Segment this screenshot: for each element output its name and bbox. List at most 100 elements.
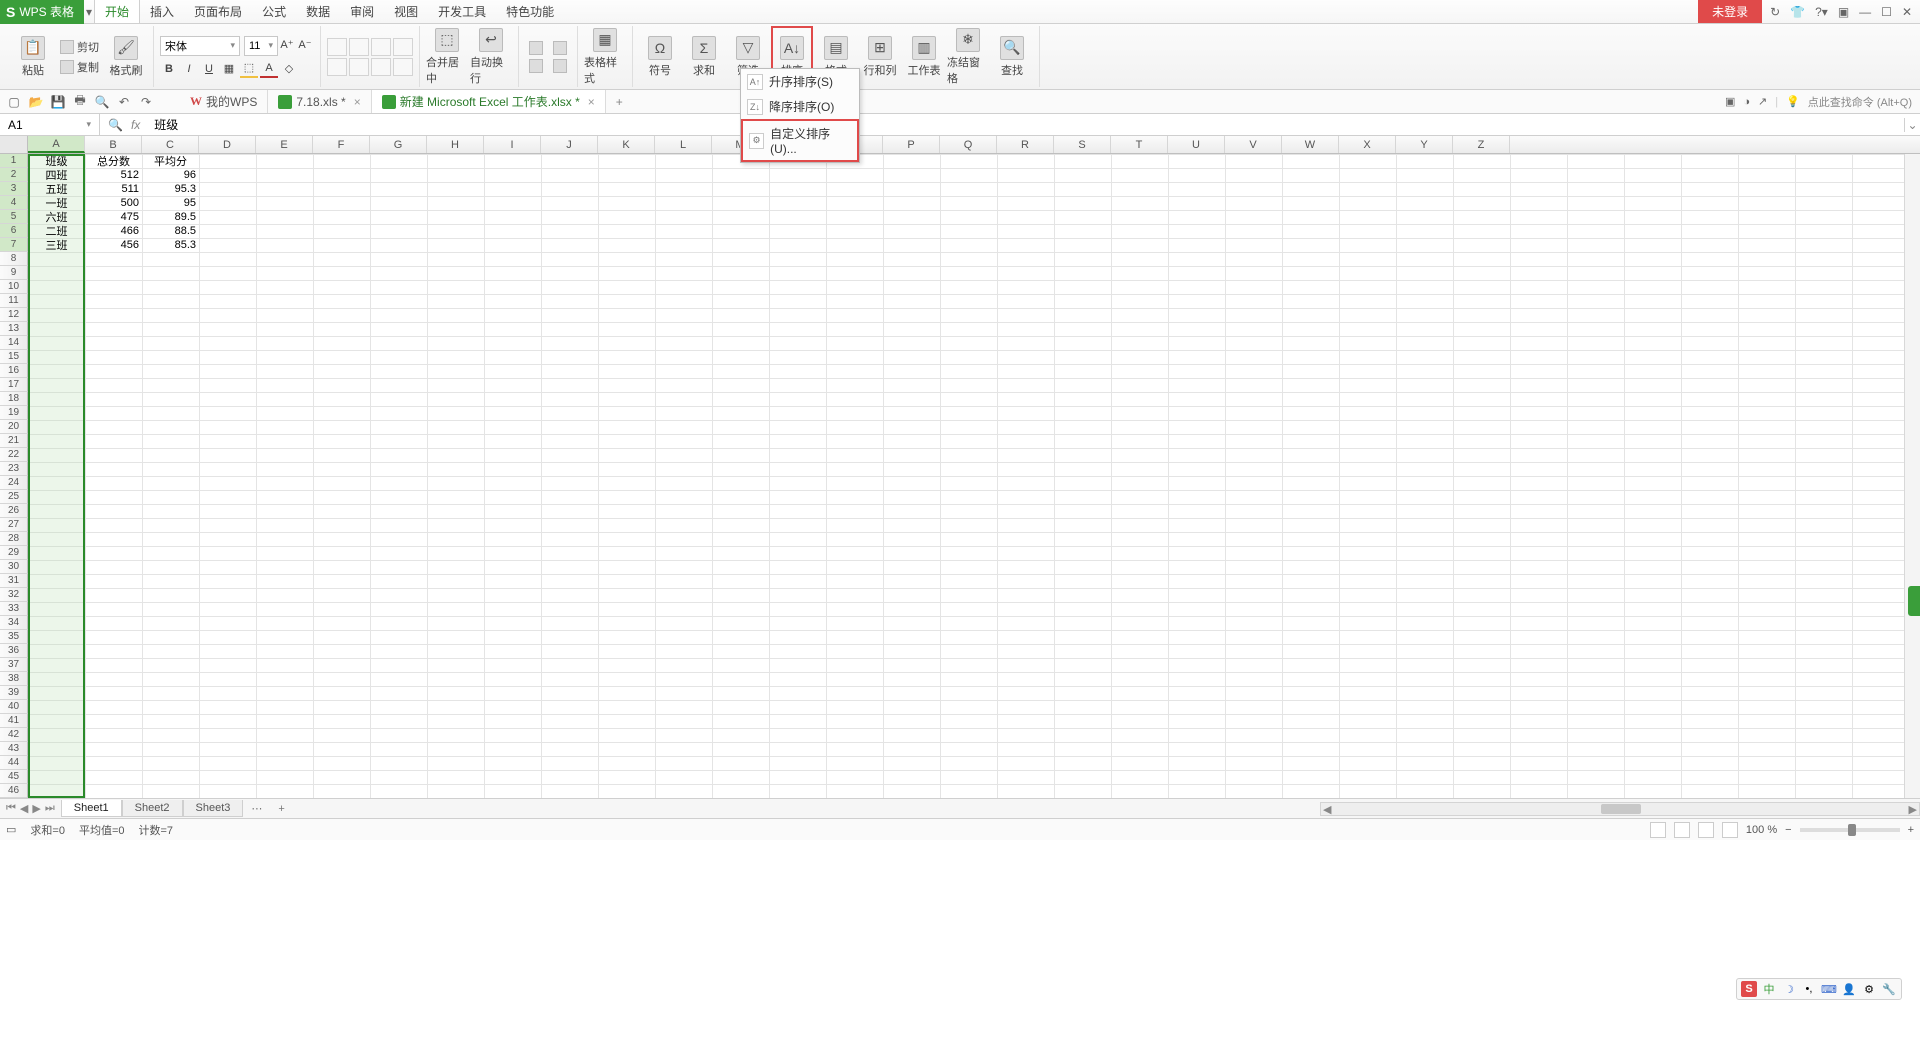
sheet-tab-2[interactable]: Sheet2 — [122, 800, 183, 817]
cloud-icon[interactable]: ◑ — [1743, 96, 1750, 108]
row-header-27[interactable]: 27 — [0, 518, 28, 532]
row-header-16[interactable]: 16 — [0, 364, 28, 378]
sheet-first-icon[interactable]: ⏮ — [6, 802, 16, 815]
doc-tab-mywps[interactable]: W我的WPS — [180, 90, 268, 113]
col-header-H[interactable]: H — [427, 136, 484, 153]
row-header-12[interactable]: 12 — [0, 308, 28, 322]
col-header-Q[interactable]: Q — [940, 136, 997, 153]
border-button[interactable]: ▦ — [220, 60, 238, 78]
doc-tab-new-excel[interactable]: 新建 Microsoft Excel 工作表.xlsx *× — [372, 90, 606, 113]
row-header-23[interactable]: 23 — [0, 462, 28, 476]
cell-B2[interactable]: 512 — [85, 168, 142, 182]
table-style-button[interactable]: ▦表格样式 — [584, 26, 626, 87]
help-icon[interactable]: ?▾ — [1815, 5, 1828, 19]
row-header-22[interactable]: 22 — [0, 448, 28, 462]
sheet-add-button[interactable]: + — [270, 803, 292, 815]
cells-area[interactable]: 班级总分数平均分四班51296五班51195.3一班50095六班47589.5… — [28, 154, 1904, 798]
row-header-5[interactable]: 5 — [0, 210, 28, 224]
cell-A6[interactable]: 二班 — [28, 224, 85, 238]
row-header-45[interactable]: 45 — [0, 770, 28, 784]
cell-A1[interactable]: 班级 — [28, 154, 85, 168]
sort-asc-item[interactable]: A↑升序排序(S) — [741, 69, 859, 94]
app-menu-dropdown[interactable]: ▾ — [84, 5, 94, 19]
command-search[interactable]: 点此查找命令 (Alt+Q) — [1808, 94, 1912, 110]
ime-moon-icon[interactable]: ☽ — [1781, 981, 1797, 997]
cell-B3[interactable]: 511 — [85, 182, 142, 196]
ime-lang-icon[interactable]: 中 — [1761, 981, 1777, 997]
font-increase-button[interactable]: A⁺ — [278, 36, 296, 54]
row-header-41[interactable]: 41 — [0, 714, 28, 728]
menu-special[interactable]: 特色功能 — [496, 0, 564, 23]
sheet-tab-3[interactable]: Sheet3 — [183, 800, 244, 817]
ime-user-icon[interactable]: 👤 — [1841, 981, 1857, 997]
row-header-8[interactable]: 8 — [0, 252, 28, 266]
close-icon[interactable]: ✕ — [1902, 5, 1912, 19]
row-header-29[interactable]: 29 — [0, 546, 28, 560]
col-header-K[interactable]: K — [598, 136, 655, 153]
sort-desc-item[interactable]: Z↓降序排序(O) — [741, 94, 859, 119]
row-header-15[interactable]: 15 — [0, 350, 28, 364]
sort-custom-item[interactable]: ⚙自定义排序(U)... — [741, 119, 859, 162]
ime-punct-icon[interactable]: •, — [1801, 981, 1817, 997]
tab-close-icon[interactable]: × — [354, 95, 361, 109]
scrollbar-thumb[interactable] — [1601, 804, 1641, 814]
name-box-dropdown-icon[interactable]: ▾ — [86, 119, 91, 130]
col-header-B[interactable]: B — [85, 136, 142, 153]
percent-button[interactable] — [525, 58, 547, 74]
zoom-out-icon[interactable]: − — [1785, 824, 1791, 836]
status-book-icon[interactable]: ▭ — [6, 823, 16, 836]
row-header-9[interactable]: 9 — [0, 266, 28, 280]
cell-B4[interactable]: 500 — [85, 196, 142, 210]
redo-icon[interactable]: ↷ — [138, 94, 154, 110]
horizontal-scrollbar[interactable]: ◀▶ — [1320, 802, 1920, 816]
rowcol-button[interactable]: ⊞行和列 — [859, 26, 901, 87]
menu-data[interactable]: 数据 — [296, 0, 340, 23]
thousands-button[interactable] — [549, 40, 571, 56]
clear-button[interactable]: ◇ — [280, 60, 298, 78]
cell-C5[interactable]: 89.5 — [142, 210, 199, 224]
row-header-10[interactable]: 10 — [0, 280, 28, 294]
freeze-button[interactable]: ❄冻结窗格 — [947, 26, 989, 87]
decimals-button[interactable] — [549, 58, 571, 74]
row-header-26[interactable]: 26 — [0, 504, 28, 518]
fn-search-icon[interactable]: 🔍 — [108, 118, 123, 132]
symbol-button[interactable]: Ω符号 — [639, 26, 681, 87]
fn-fx-icon[interactable]: fx — [131, 118, 140, 132]
sync-icon[interactable]: ↻ — [1770, 5, 1780, 19]
row-header-34[interactable]: 34 — [0, 616, 28, 630]
paste-button[interactable]: 📋粘贴 — [12, 26, 54, 87]
restore-icon[interactable]: ▣ — [1838, 5, 1849, 19]
cell-C3[interactable]: 95.3 — [142, 182, 199, 196]
col-header-S[interactable]: S — [1054, 136, 1111, 153]
menu-start[interactable]: 开始 — [94, 0, 140, 23]
maximize-icon[interactable]: ☐ — [1881, 5, 1892, 19]
row-header-18[interactable]: 18 — [0, 392, 28, 406]
cut-button[interactable]: 剪切 — [56, 38, 103, 56]
col-header-J[interactable]: J — [541, 136, 598, 153]
align-bottom-center[interactable] — [349, 58, 369, 76]
row-header-14[interactable]: 14 — [0, 336, 28, 350]
col-header-I[interactable]: I — [484, 136, 541, 153]
row-header-28[interactable]: 28 — [0, 532, 28, 546]
align-top-center[interactable] — [349, 38, 369, 56]
pin-icon[interactable]: ▣ — [1725, 95, 1735, 108]
row-header-36[interactable]: 36 — [0, 644, 28, 658]
col-header-C[interactable]: C — [142, 136, 199, 153]
row-header-31[interactable]: 31 — [0, 574, 28, 588]
find-button[interactable]: 🔍查找 — [991, 26, 1033, 87]
font-decrease-button[interactable]: A⁻ — [296, 36, 314, 54]
row-header-17[interactable]: 17 — [0, 378, 28, 392]
col-header-X[interactable]: X — [1339, 136, 1396, 153]
print-icon[interactable]: 🖶 — [72, 94, 88, 110]
font-color-button[interactable]: A — [260, 60, 278, 78]
row-header-35[interactable]: 35 — [0, 630, 28, 644]
worksheet-button[interactable]: ▥工作表 — [903, 26, 945, 87]
vertical-scrollbar[interactable] — [1904, 154, 1920, 798]
menu-review[interactable]: 审阅 — [340, 0, 384, 23]
cell-B5[interactable]: 475 — [85, 210, 142, 224]
preview-icon[interactable]: 🔍 — [94, 94, 110, 110]
row-header-3[interactable]: 3 — [0, 182, 28, 196]
row-header-44[interactable]: 44 — [0, 756, 28, 770]
zoom-in-icon[interactable]: + — [1908, 824, 1914, 836]
view-read-icon[interactable] — [1722, 822, 1738, 838]
